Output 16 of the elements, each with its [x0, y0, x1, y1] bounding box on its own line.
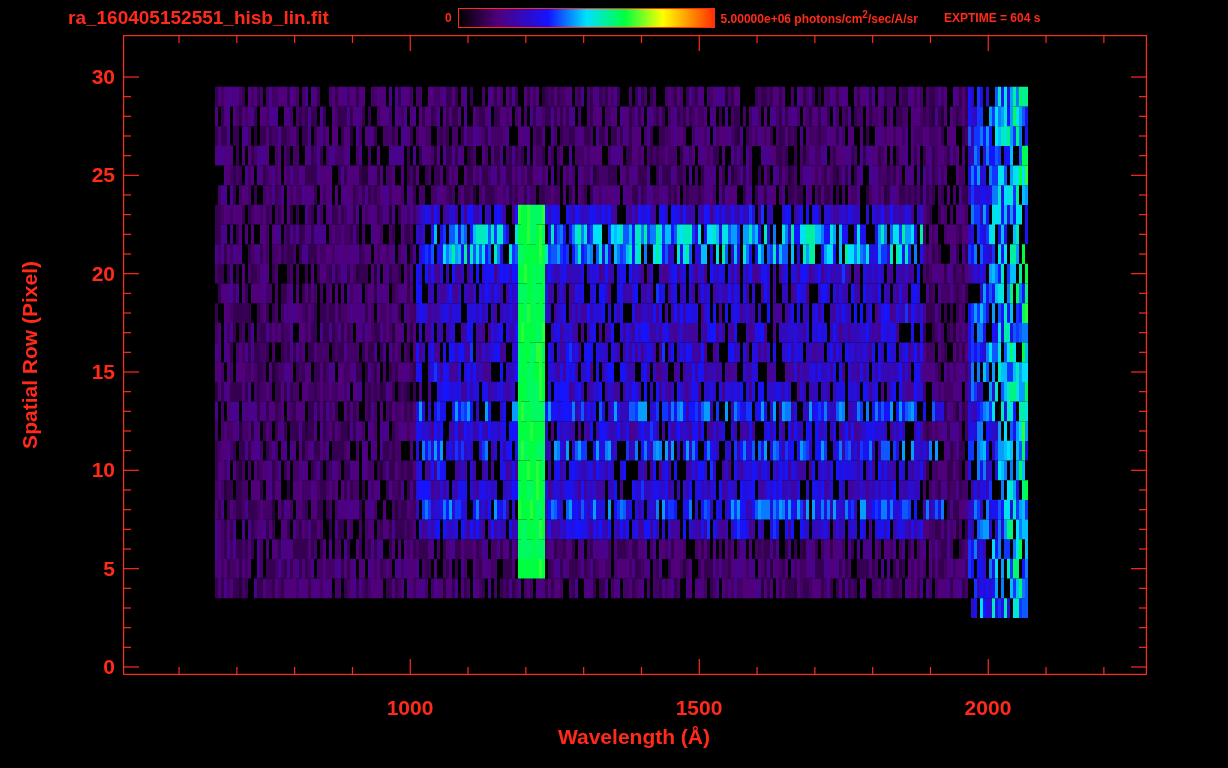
y-tick-label: 25: [91, 163, 115, 188]
file-title: ra_160405152551_hisb_lin.fit: [68, 6, 329, 29]
colorbar-min-label: 0: [444, 10, 452, 25]
y-tick-label: 15: [91, 360, 115, 384]
y-tick-label: 0: [103, 655, 115, 679]
y-tick-label: 10: [91, 458, 115, 483]
colorbar-max-label: 5.00000e+06 photons/cm$^{2}$/sec/A/sr: [720, 9, 918, 26]
x-tick-label: 1000: [385, 696, 435, 720]
y-tick-label: 5: [103, 556, 115, 581]
x-tick-label: 2000: [963, 696, 1013, 720]
x-tick-label: 1500: [674, 696, 724, 720]
x-axis-label: Wavelength (Å): [557, 725, 711, 749]
exposure-time: EXPTIME = 604 s: [943, 10, 1041, 25]
y-axis-label: Spatial Row (Pixel): [18, 261, 42, 449]
y-tick-label: 20: [91, 261, 115, 286]
y-tick-label: 30: [91, 64, 115, 89]
